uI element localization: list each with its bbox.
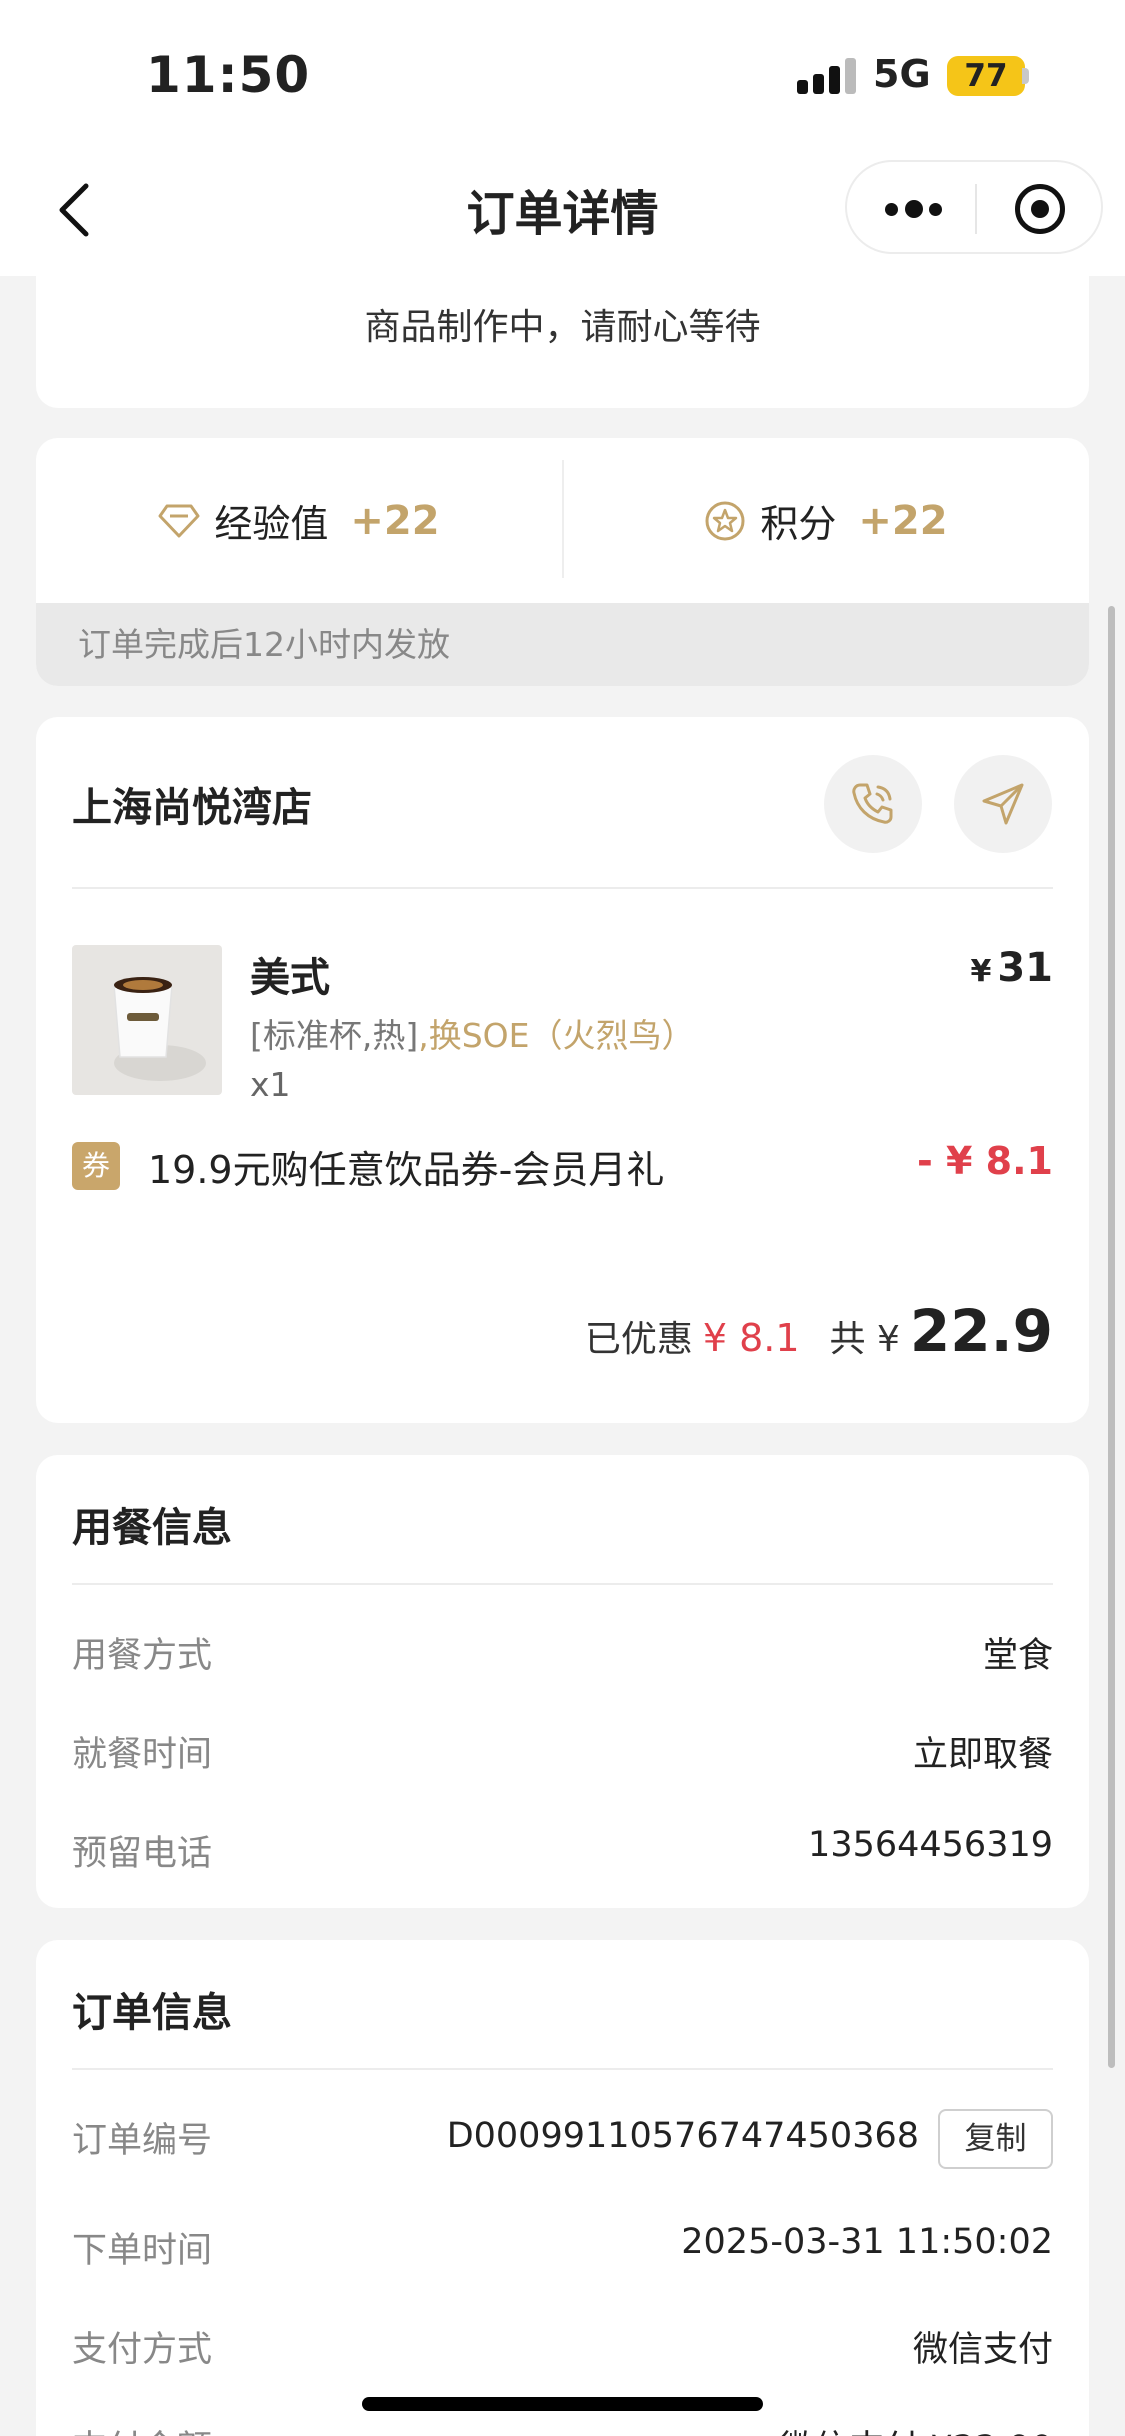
- experience-value: +22: [350, 497, 440, 544]
- payment-amount-label: 支付金额: [72, 2420, 212, 2436]
- battery-cap: [1022, 68, 1029, 84]
- store-order-card: 上海尚悦湾店 美式 ¥31 [标准杯,热],换SOE（火烈鸟） x1 券 19.…: [36, 717, 1089, 1423]
- home-indicator[interactable]: [362, 2397, 763, 2411]
- order-time-label: 下单时间: [72, 2231, 213, 2271]
- order-number-value: D000991105767474503​68: [446, 2116, 919, 2156]
- points-reward: 积分 +22: [563, 438, 1089, 603]
- reserved-phone-label: 预留电话: [72, 1834, 213, 1874]
- divider: [72, 1583, 1053, 1585]
- item-name: 美式: [250, 955, 330, 1001]
- store-name: 上海尚悦湾店: [72, 785, 312, 831]
- coupon-amount: - ¥ 8.1: [917, 1139, 1053, 1183]
- item-spec-plain: [标准杯,热]: [250, 1016, 419, 1055]
- dining-time-label: 就餐时间: [72, 1735, 213, 1775]
- dining-info-card: 用餐信息 用餐方式 堂食 就餐时间 立即取餐 预留电话 13564456319: [36, 1455, 1089, 1908]
- divider: [72, 2068, 1053, 2070]
- scrollbar[interactable]: [1108, 606, 1115, 2068]
- discount-label: 已优惠: [584, 1319, 693, 1360]
- total-value: 22.9: [909, 1297, 1053, 1365]
- status-time: 11:50: [146, 46, 311, 104]
- experience-reward: 经验值 +22: [36, 438, 562, 603]
- experience-label: 经验值: [214, 502, 329, 546]
- payment-method-value: 微信支付: [912, 2330, 1053, 2370]
- status-bar: 11:50 5G 77: [0, 0, 1125, 140]
- rewards-card: 经验值 +22 积分 +22 订单完成后12小时内发放: [36, 438, 1089, 686]
- mini-program-capsule: [845, 160, 1103, 254]
- item-spec-highlight: ,换SOE（火烈鸟）: [418, 1016, 695, 1055]
- navigation-arrow-icon: [982, 783, 1024, 825]
- item-spec: [标准杯,热],换SOE（火烈鸟）: [250, 1009, 695, 1057]
- points-label: 积分: [760, 502, 837, 546]
- total-label: 共 ¥: [829, 1319, 900, 1360]
- copy-order-number-button[interactable]: 复制: [938, 2109, 1053, 2169]
- star-icon: [705, 501, 745, 540]
- item-price-value: 31: [997, 945, 1053, 991]
- signal-icon: [797, 58, 857, 94]
- payment-method-label: 支付方式: [72, 2330, 213, 2370]
- item-quantity: x1: [250, 1065, 291, 1104]
- phone-icon: [852, 783, 893, 824]
- dining-time-value: 立即取餐: [912, 1735, 1053, 1775]
- nav-bar: 订单详情: [0, 140, 1125, 276]
- divider: [72, 887, 1053, 889]
- currency-symbol: ¥: [970, 954, 992, 989]
- navigate-store-button[interactable]: [954, 755, 1052, 853]
- points-value: +22: [858, 497, 948, 544]
- reserved-phone-value: 13564456319: [808, 1825, 1053, 1865]
- call-store-button[interactable]: [824, 755, 922, 853]
- order-info-card: 订单信息 订单编号 D000991105767474503​68 复制 下单时间…: [36, 1940, 1089, 2436]
- diamond-icon: [158, 504, 200, 537]
- close-target-icon[interactable]: [1015, 184, 1065, 234]
- product-thumbnail: [72, 945, 222, 1095]
- dining-info-title: 用餐信息: [72, 1505, 232, 1551]
- order-number-label: 订单编号: [72, 2121, 213, 2161]
- battery-icon: 77: [947, 56, 1025, 96]
- order-time-value: 2025-03-31 11:50:02: [681, 2222, 1053, 2262]
- dining-mode-value: 堂食: [982, 1636, 1053, 1676]
- dining-mode-label: 用餐方式: [72, 1636, 213, 1676]
- item-price: ¥31: [970, 945, 1053, 991]
- network-label: 5G: [873, 52, 931, 96]
- more-icon[interactable]: [885, 200, 945, 218]
- capsule-divider: [975, 184, 977, 234]
- order-totals: 已优惠 ¥ 8.1 共 ¥ 22.9: [585, 1297, 1053, 1365]
- discount-value: ¥ 8.1: [702, 1316, 800, 1360]
- rewards-note: 订单完成后12小时内发放: [36, 603, 1089, 686]
- coupon-name: 19.9元购任意饮品券-会员月礼: [148, 1148, 665, 1192]
- order-info-title: 订单信息: [72, 1990, 232, 2036]
- order-status-text: 商品制作中，请耐心等待: [364, 307, 761, 348]
- order-status-card: 商品制作中，请耐心等待: [36, 276, 1089, 408]
- coupon-tag: 券: [72, 1142, 120, 1190]
- payment-amount-value: 微信支付 ¥22.90: [779, 2420, 1053, 2436]
